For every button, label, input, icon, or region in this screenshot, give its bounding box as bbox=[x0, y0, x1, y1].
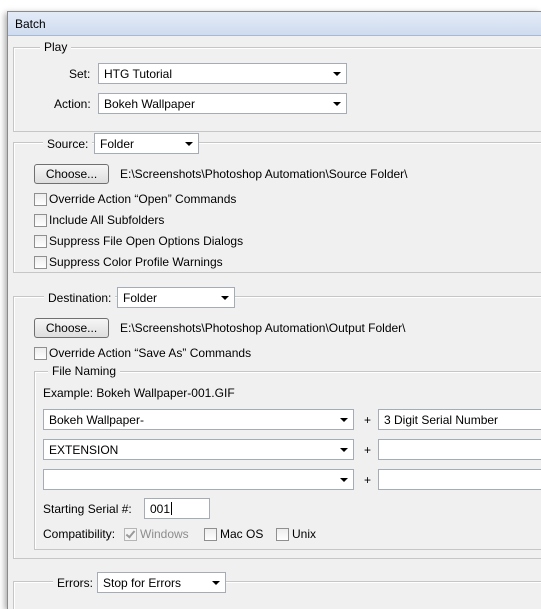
play-group bbox=[13, 47, 541, 132]
compat-macos-label: Mac OS bbox=[220, 527, 264, 541]
naming-row1-right-field[interactable]: 3 Digit Serial Number bbox=[378, 409, 541, 430]
action-select[interactable]: Bokeh Wallpaper bbox=[98, 93, 347, 114]
destination-choose-button[interactable]: Choose... bbox=[34, 318, 109, 338]
set-select[interactable]: HTG Tutorial bbox=[98, 63, 347, 84]
plus-sign: + bbox=[364, 473, 372, 487]
override-open-label: Override Action “Open” Commands bbox=[49, 192, 237, 206]
set-label: Set: bbox=[69, 67, 91, 81]
naming-row2-right-field[interactable] bbox=[378, 439, 541, 460]
naming-row1-left-value: Bokeh Wallpaper- bbox=[49, 413, 144, 427]
compat-unix-label: Unix bbox=[292, 527, 317, 541]
chevron-down-icon bbox=[212, 581, 220, 585]
starting-serial-label: Starting Serial #: bbox=[43, 502, 132, 516]
source-select[interactable]: Folder bbox=[94, 133, 199, 154]
starting-serial-value: 001 bbox=[150, 502, 171, 516]
window-title: Batch bbox=[15, 17, 46, 31]
source-select-value: Folder bbox=[100, 137, 135, 151]
action-label: Action: bbox=[54, 97, 91, 111]
naming-row3-right-field[interactable] bbox=[378, 469, 541, 490]
action-select-value: Bokeh Wallpaper bbox=[104, 97, 195, 111]
chevron-down-icon bbox=[333, 72, 341, 76]
suppress-color-profile-checkbox[interactable] bbox=[34, 256, 47, 269]
title-bar: Batch bbox=[8, 12, 541, 36]
source-label: Source: bbox=[43, 137, 93, 151]
chevron-down-icon bbox=[185, 142, 193, 146]
chevron-down-icon bbox=[333, 102, 341, 106]
compat-windows-label: Windows bbox=[140, 527, 189, 541]
compat-macos-checkbox[interactable] bbox=[204, 528, 217, 541]
source-group bbox=[13, 142, 541, 273]
naming-row3-left-select[interactable] bbox=[43, 469, 354, 490]
override-open-checkbox[interactable] bbox=[34, 193, 47, 206]
suppress-color-profile-label: Suppress Color Profile Warnings bbox=[49, 255, 223, 269]
chevron-down-icon bbox=[340, 478, 348, 482]
override-save-as-label: Override Action “Save As” Commands bbox=[49, 346, 252, 360]
chevron-down-icon bbox=[221, 296, 229, 300]
include-subfolders-label: Include All Subfolders bbox=[49, 213, 165, 227]
suppress-open-options-checkbox[interactable] bbox=[34, 235, 47, 248]
naming-example: Example: Bokeh Wallpaper-001.GIF bbox=[43, 386, 235, 400]
errors-select-value: Stop for Errors bbox=[103, 576, 182, 590]
set-select-value: HTG Tutorial bbox=[104, 67, 173, 81]
file-naming-legend: File Naming bbox=[48, 364, 121, 378]
chevron-down-icon bbox=[340, 448, 348, 452]
destination-path: E:\Screenshots\Photoshop Automation\Outp… bbox=[120, 321, 406, 335]
plus-sign: + bbox=[364, 443, 372, 457]
naming-row1-left-select[interactable]: Bokeh Wallpaper- bbox=[43, 409, 354, 430]
include-subfolders-checkbox[interactable] bbox=[34, 214, 47, 227]
errors-select[interactable]: Stop for Errors bbox=[97, 572, 226, 593]
source-path: E:\Screenshots\Photoshop Automation\Sour… bbox=[120, 167, 408, 181]
batch-dialog: Batch Play Set: HTG Tutorial Action: Bok… bbox=[7, 11, 541, 609]
suppress-open-options-label: Suppress File Open Options Dialogs bbox=[49, 234, 244, 248]
compat-unix-checkbox[interactable] bbox=[276, 528, 289, 541]
naming-row1-right-value: 3 Digit Serial Number bbox=[384, 413, 499, 427]
override-save-as-checkbox[interactable] bbox=[34, 347, 47, 360]
plus-sign: + bbox=[364, 413, 372, 427]
destination-select[interactable]: Folder bbox=[117, 287, 235, 308]
play-legend: Play bbox=[40, 40, 72, 54]
text-caret bbox=[171, 502, 173, 515]
naming-row2-left-value: EXTENSION bbox=[49, 443, 119, 457]
source-choose-button[interactable]: Choose... bbox=[34, 164, 109, 184]
compat-windows-checkbox[interactable] bbox=[124, 528, 137, 541]
starting-serial-input[interactable]: 001 bbox=[144, 498, 210, 519]
destination-select-value: Folder bbox=[123, 291, 158, 305]
compatibility-label: Compatibility: bbox=[43, 527, 116, 541]
checkmark-icon bbox=[125, 528, 136, 539]
naming-row2-left-select[interactable]: EXTENSION bbox=[43, 439, 354, 460]
chevron-down-icon bbox=[340, 418, 348, 422]
destination-label: Destination: bbox=[44, 291, 116, 305]
errors-label: Errors: bbox=[53, 576, 97, 590]
